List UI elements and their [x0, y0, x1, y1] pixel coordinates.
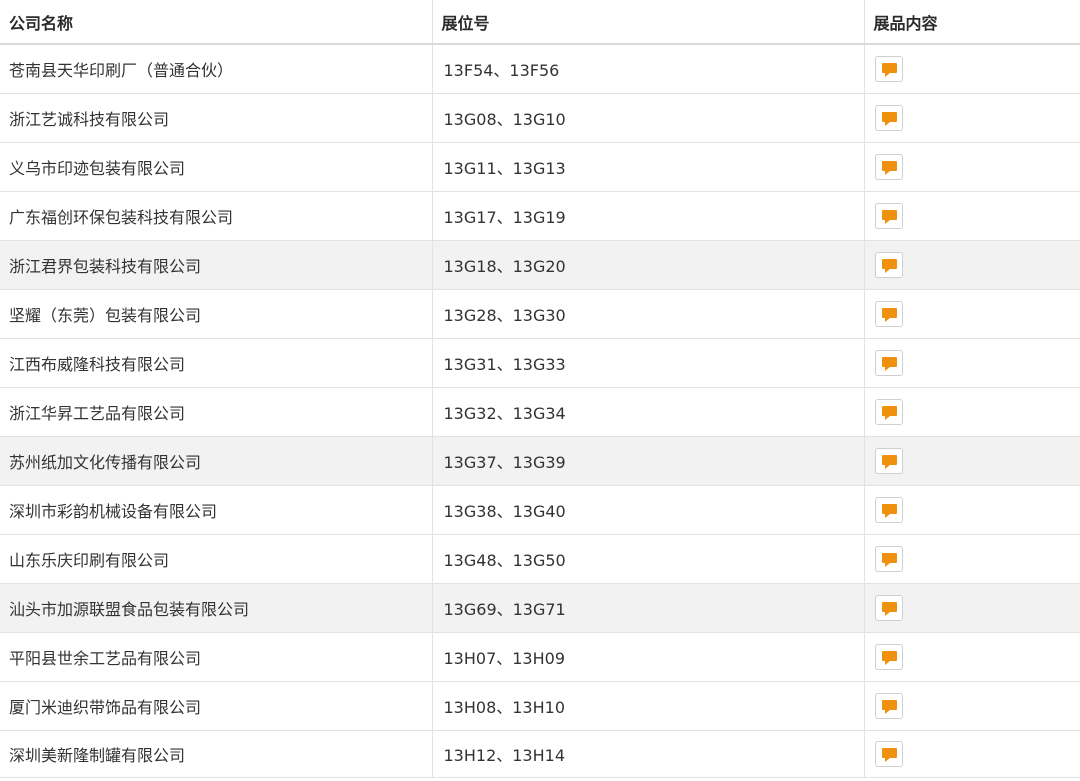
message-icon	[881, 552, 897, 567]
header-row: 公司名称 展位号 展品内容	[0, 0, 1080, 45]
table-row: 浙江艺诚科技有限公司 13G08、13G10	[0, 93, 1080, 143]
table-row: 深圳市彩韵机械设备有限公司 13G38、13G40	[0, 485, 1080, 535]
view-content-button[interactable]	[874, 496, 903, 523]
header-exhibit-content: 展品内容	[864, 0, 1080, 45]
company-name-cell: 浙江君界包装科技有限公司	[0, 240, 433, 290]
view-content-button[interactable]	[874, 447, 903, 474]
booth-number-cell: 13G17、13G19	[432, 191, 865, 241]
table-row: 江西布威隆科技有限公司 13G31、13G33	[0, 338, 1080, 388]
message-icon	[881, 454, 897, 469]
company-name-cell: 深圳市彩韵机械设备有限公司	[0, 485, 433, 535]
booth-number-cell: 13G32、13G34	[432, 387, 865, 437]
message-icon	[881, 747, 897, 762]
view-content-button[interactable]	[874, 300, 903, 327]
exhibit-content-cell	[864, 681, 1080, 731]
view-content-button[interactable]	[874, 594, 903, 621]
view-content-button[interactable]	[874, 398, 903, 425]
booth-number-cell: 13G11、13G13	[432, 142, 865, 192]
message-icon	[881, 699, 897, 714]
company-name-cell: 山东乐庆印刷有限公司	[0, 534, 433, 584]
message-icon	[881, 503, 897, 518]
view-content-button[interactable]	[874, 153, 903, 180]
message-icon	[881, 62, 897, 77]
booth-number-cell: 13G38、13G40	[432, 485, 865, 535]
company-name-cell: 平阳县世余工艺品有限公司	[0, 632, 433, 682]
company-name-cell: 苍南县天华印刷厂（普通合伙）	[0, 44, 433, 94]
company-name-cell: 义乌市印迹包装有限公司	[0, 142, 433, 192]
view-content-button[interactable]	[874, 202, 903, 229]
booth-number-cell: 13H07、13H09	[432, 632, 865, 682]
message-icon	[881, 258, 897, 273]
table-row: 厦门米迪织带饰品有限公司 13H08、13H10	[0, 681, 1080, 731]
booth-number-cell: 13F54、13F56	[432, 44, 865, 94]
header-booth-number: 展位号	[432, 0, 865, 45]
exhibit-content-cell	[864, 191, 1080, 241]
table-row: 坚耀（东莞）包装有限公司 13G28、13G30	[0, 289, 1080, 339]
view-content-button[interactable]	[874, 251, 903, 278]
view-content-button[interactable]	[874, 349, 903, 376]
table-body: 苍南县天华印刷厂（普通合伙） 13F54、13F56 浙江艺诚科技有限公司 13G08…	[0, 44, 1080, 778]
company-name-cell: 浙江华昇工艺品有限公司	[0, 387, 433, 437]
company-name-cell: 苏州纸加文化传播有限公司	[0, 436, 433, 486]
exhibit-content-cell	[864, 632, 1080, 682]
message-icon	[881, 160, 897, 175]
exhibit-content-cell	[864, 436, 1080, 486]
booth-number-cell: 13G69、13G71	[432, 583, 865, 633]
exhibit-content-cell	[864, 338, 1080, 388]
exhibit-content-cell	[864, 485, 1080, 535]
company-name-cell: 坚耀（东莞）包装有限公司	[0, 289, 433, 339]
company-name-cell: 厦门米迪织带饰品有限公司	[0, 681, 433, 731]
message-icon	[881, 405, 897, 420]
message-icon	[881, 111, 897, 126]
exhibit-content-cell	[864, 387, 1080, 437]
company-name-cell: 广东福创环保包装科技有限公司	[0, 191, 433, 241]
view-content-button[interactable]	[874, 643, 903, 670]
message-icon	[881, 356, 897, 371]
view-content-button[interactable]	[874, 55, 903, 82]
booth-number-cell: 13G28、13G30	[432, 289, 865, 339]
table-row: 苏州纸加文化传播有限公司 13G37、13G39	[0, 436, 1080, 486]
exhibit-content-cell	[864, 730, 1080, 778]
booth-number-cell: 13H08、13H10	[432, 681, 865, 731]
exhibit-content-cell	[864, 240, 1080, 290]
booth-number-cell: 13G37、13G39	[432, 436, 865, 486]
message-icon	[881, 650, 897, 665]
exhibit-content-cell	[864, 534, 1080, 584]
table-row: 浙江华昇工艺品有限公司 13G32、13G34	[0, 387, 1080, 437]
company-name-cell: 汕头市加源联盟食品包装有限公司	[0, 583, 433, 633]
message-icon	[881, 209, 897, 224]
table-row: 义乌市印迹包装有限公司 13G11、13G13	[0, 142, 1080, 192]
company-name-cell: 深圳美新隆制罐有限公司	[0, 730, 433, 778]
booth-number-cell: 13G31、13G33	[432, 338, 865, 388]
exhibit-content-cell	[864, 142, 1080, 192]
table-header: 公司名称 展位号 展品内容	[0, 0, 1080, 45]
table-row: 深圳美新隆制罐有限公司 13H12、13H14	[0, 730, 1080, 778]
exhibit-content-cell	[864, 93, 1080, 143]
view-content-button[interactable]	[874, 545, 903, 572]
company-name-cell: 浙江艺诚科技有限公司	[0, 93, 433, 143]
booth-number-cell: 13G08、13G10	[432, 93, 865, 143]
header-company-name: 公司名称	[0, 0, 433, 45]
view-content-button[interactable]	[874, 692, 903, 719]
table-row: 广东福创环保包装科技有限公司 13G17、13G19	[0, 191, 1080, 241]
company-name-cell: 江西布威隆科技有限公司	[0, 338, 433, 388]
booth-number-cell: 13G48、13G50	[432, 534, 865, 584]
message-icon	[881, 307, 897, 322]
exhibitor-table: 公司名称 展位号 展品内容 苍南县天华印刷厂（普通合伙） 13F54、13F56 浙…	[0, 0, 1080, 778]
table-row: 浙江君界包装科技有限公司 13G18、13G20	[0, 240, 1080, 290]
message-icon	[881, 601, 897, 616]
table-row: 汕头市加源联盟食品包装有限公司 13G69、13G71	[0, 583, 1080, 633]
booth-number-cell: 13G18、13G20	[432, 240, 865, 290]
exhibit-content-cell	[864, 44, 1080, 94]
view-content-button[interactable]	[874, 740, 903, 767]
table-row: 苍南县天华印刷厂（普通合伙） 13F54、13F56	[0, 44, 1080, 94]
view-content-button[interactable]	[874, 104, 903, 131]
table-row: 山东乐庆印刷有限公司 13G48、13G50	[0, 534, 1080, 584]
table-row: 平阳县世余工艺品有限公司 13H07、13H09	[0, 632, 1080, 682]
booth-number-cell: 13H12、13H14	[432, 730, 865, 778]
exhibit-content-cell	[864, 289, 1080, 339]
exhibit-content-cell	[864, 583, 1080, 633]
